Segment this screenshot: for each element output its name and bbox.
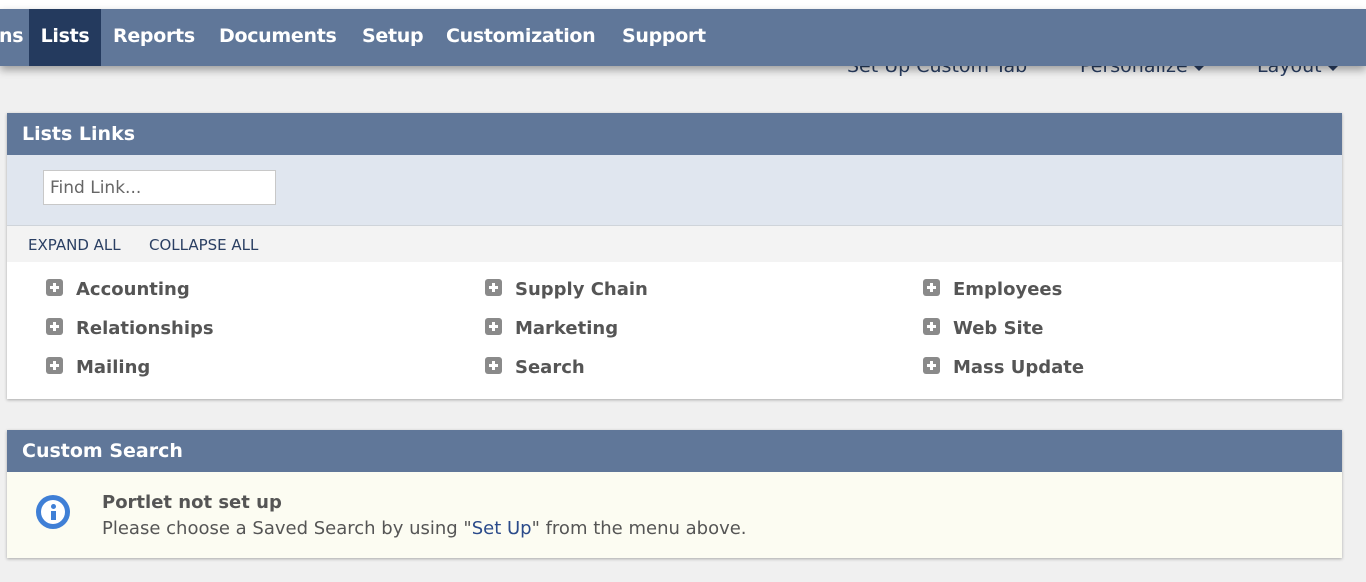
link-mailing[interactable]: Mailing (46, 356, 150, 380)
link-web-site[interactable]: Web Site (923, 317, 1044, 341)
plus-icon (923, 318, 940, 335)
link-accounting[interactable]: Accounting (46, 278, 190, 302)
nav-item-transactions[interactable]: ns (0, 9, 29, 66)
nav-item-setup[interactable]: Setup (362, 9, 424, 66)
link-supply-chain[interactable]: Supply Chain (485, 278, 648, 302)
link-label: Relationships (76, 318, 214, 339)
link-label: Employees (953, 279, 1063, 300)
link-search[interactable]: Search (485, 356, 585, 380)
nav-item-support[interactable]: Support (622, 9, 706, 66)
lists-links-portlet: Lists Links EXPAND ALL COLLAPSE ALL Acco… (7, 113, 1342, 399)
plus-icon (485, 318, 502, 335)
set-up-link[interactable]: Set Up (472, 518, 532, 539)
collapse-all-link[interactable]: COLLAPSE ALL (149, 226, 258, 264)
plus-icon (46, 279, 63, 296)
plus-icon (485, 279, 502, 296)
message-text: Please choose a Saved Search by using "S… (102, 518, 747, 539)
nav-item-lists[interactable]: Lists (29, 9, 101, 66)
top-strip (0, 0, 1366, 9)
link-label: Mailing (76, 357, 151, 378)
link-marketing[interactable]: Marketing (485, 317, 618, 341)
link-label: Accounting (76, 279, 190, 300)
expand-all-link[interactable]: EXPAND ALL (28, 226, 121, 264)
expand-collapse-bar: EXPAND ALL COLLAPSE ALL (7, 226, 1342, 262)
portlet-title: Custom Search (7, 430, 1342, 472)
custom-search-portlet: Custom Search Portlet not set up Please … (7, 430, 1342, 558)
find-link-area (7, 155, 1342, 226)
link-mass-update[interactable]: Mass Update (923, 356, 1084, 380)
portlet-title: Lists Links (7, 113, 1342, 155)
plus-icon (46, 357, 63, 374)
plus-icon (46, 318, 63, 335)
plus-icon (923, 279, 940, 296)
plus-icon (485, 357, 502, 374)
link-label: Mass Update (953, 357, 1085, 378)
plus-icon (923, 357, 940, 374)
link-label: Search (515, 357, 585, 378)
link-relationships[interactable]: Relationships (46, 317, 214, 341)
link-label: Supply Chain (515, 279, 648, 300)
links-grid: Accounting Relationships Mailing Supply … (7, 262, 1342, 399)
link-employees[interactable]: Employees (923, 278, 1062, 302)
nav-item-customization[interactable]: Customization (446, 9, 596, 66)
message-text-before: Please choose a Saved Search by using " (102, 518, 472, 539)
portlet-message: Portlet not set up Please choose a Saved… (7, 472, 1342, 558)
message-text-after: " from the menu above. (531, 518, 747, 539)
main-nav: ns Lists Reports Documents Setup Customi… (0, 9, 1366, 66)
message-title: Portlet not set up (102, 492, 282, 513)
nav-item-documents[interactable]: Documents (219, 9, 337, 66)
info-icon (36, 495, 70, 529)
nav-item-reports[interactable]: Reports (113, 9, 195, 66)
link-label: Web Site (953, 318, 1044, 339)
link-label: Marketing (515, 318, 619, 339)
find-link-input[interactable] (43, 170, 276, 205)
